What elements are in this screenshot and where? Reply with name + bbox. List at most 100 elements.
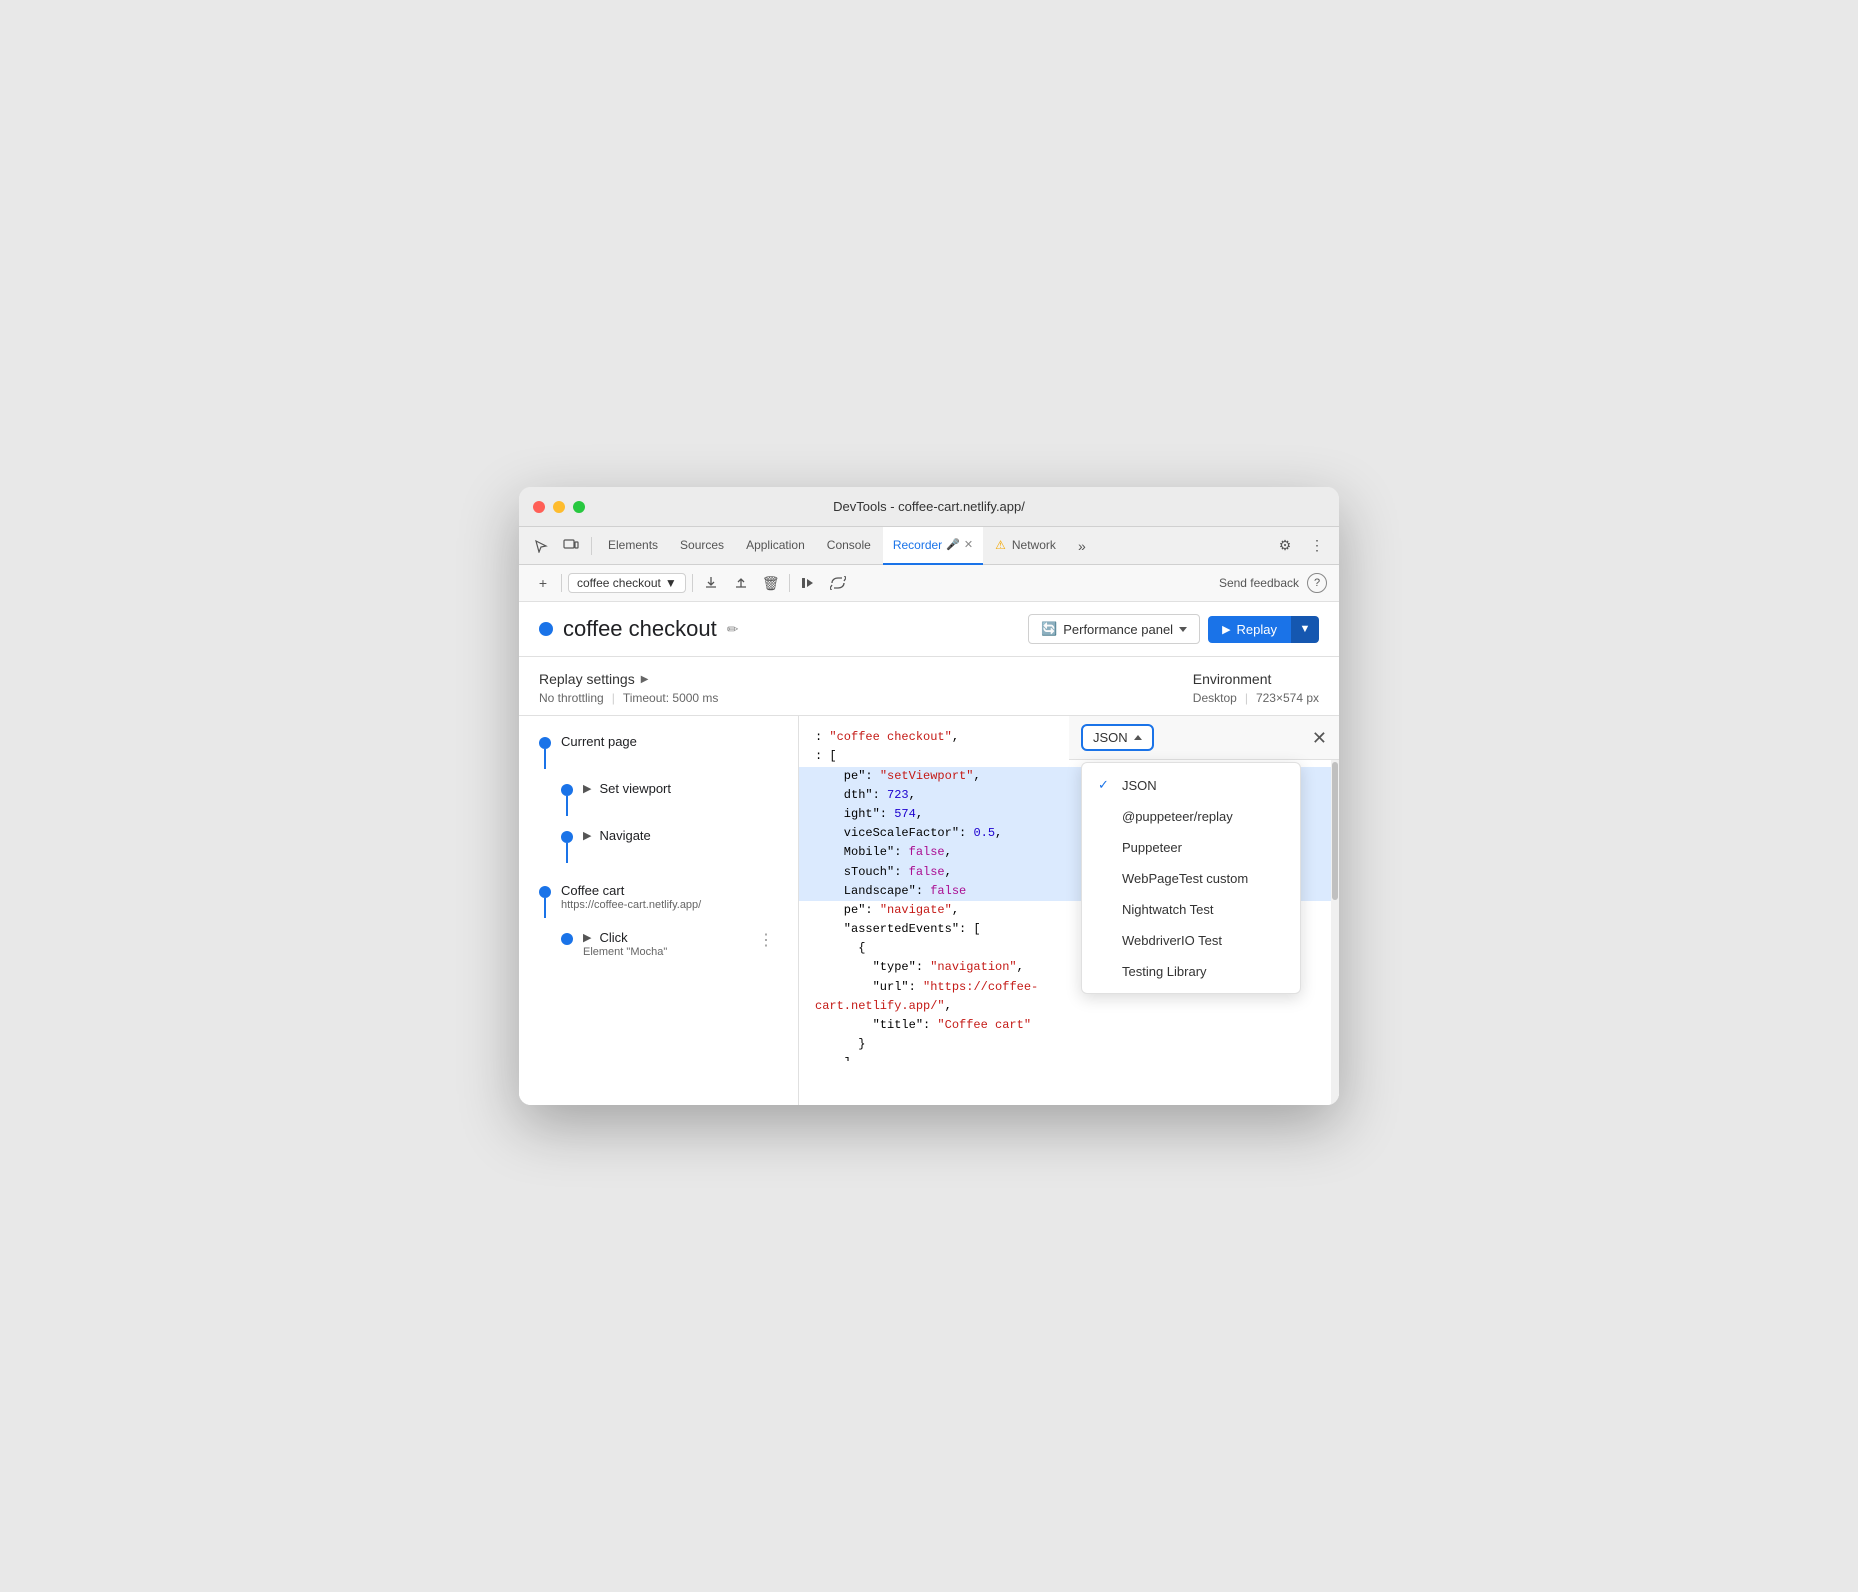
performance-panel-btn[interactable]: 🔄 Performance panel bbox=[1028, 614, 1200, 644]
tab-network[interactable]: ⚠ Network bbox=[985, 527, 1066, 565]
code-scrollbar[interactable] bbox=[1331, 760, 1339, 1105]
tab-bar-right: ⚙ ⋮ bbox=[1271, 532, 1331, 560]
step-title-click: Click bbox=[599, 930, 627, 945]
step-line-3 bbox=[566, 843, 568, 863]
tab-console[interactable]: Console bbox=[817, 527, 881, 565]
step-current-page[interactable]: Current page bbox=[531, 728, 786, 775]
code-line-17: cart.netlify.app/", bbox=[815, 997, 1323, 1016]
step-set-viewport[interactable]: ▶ Set viewport bbox=[553, 775, 786, 822]
step-click[interactable]: ▶ Click Element "Mocha" ⋮ bbox=[553, 924, 786, 964]
format-select-wrapper: JSON ✓ JSON @puppeteer/replay bbox=[1081, 724, 1154, 751]
close-button[interactable] bbox=[533, 501, 545, 513]
delete-icon[interactable]: 🗑 bbox=[759, 571, 783, 595]
step-group-coffee-cart: Coffee cart https://coffee-cart.netlify.… bbox=[519, 877, 798, 972]
code-line-18: "title": "Coffee cart" bbox=[815, 1016, 1323, 1035]
step-navigate[interactable]: ▶ Navigate bbox=[553, 822, 786, 869]
loop-icon[interactable] bbox=[826, 571, 850, 595]
format-option-puppeteer[interactable]: Puppeteer bbox=[1082, 832, 1300, 863]
devtools-body: Elements Sources Application Console Rec… bbox=[519, 527, 1339, 1105]
recording-select[interactable]: coffee checkout ▼ bbox=[568, 573, 686, 593]
toolbar-sep-2 bbox=[692, 574, 693, 592]
tab-sources[interactable]: Sources bbox=[670, 527, 734, 565]
tab-elements[interactable]: Elements bbox=[598, 527, 668, 565]
rec-header-right: 🔄 Performance panel ▶ Replay ▼ bbox=[1028, 614, 1319, 644]
steps-panel: Current page ▶ Set viewport bbox=[519, 716, 799, 1105]
step-line-2 bbox=[566, 796, 568, 816]
expand-viewport-icon[interactable]: ▶ bbox=[583, 782, 591, 795]
step-title-current-page: Current page bbox=[561, 734, 778, 749]
step-line-4 bbox=[544, 898, 546, 918]
scrollbar-thumb bbox=[1332, 762, 1338, 900]
window-title: DevTools - coffee-cart.netlify.app/ bbox=[833, 499, 1025, 514]
format-option-testing-library[interactable]: Testing Library bbox=[1082, 956, 1300, 987]
step-title-coffee-cart: Coffee cart bbox=[561, 883, 778, 898]
maximize-button[interactable] bbox=[573, 501, 585, 513]
replay-btn-group: ▶ Replay ▼ bbox=[1208, 616, 1319, 643]
replay-btn[interactable]: ▶ Replay bbox=[1208, 616, 1291, 643]
expand-click-icon[interactable]: ▶ bbox=[583, 931, 591, 944]
toolbar-sep-3 bbox=[789, 574, 790, 592]
recording-title: coffee checkout bbox=[563, 616, 717, 642]
tab-bar: Elements Sources Application Console Rec… bbox=[519, 527, 1339, 565]
format-select-btn[interactable]: JSON bbox=[1081, 724, 1154, 751]
devtools-window: DevTools - coffee-cart.netlify.app/ bbox=[519, 487, 1339, 1105]
tab-separator-1 bbox=[591, 537, 592, 555]
step-more-btn[interactable]: ⋮ bbox=[754, 930, 778, 950]
settings-icon[interactable]: ⚙ bbox=[1271, 532, 1299, 560]
play-icon[interactable] bbox=[796, 571, 820, 595]
step-title-navigate: Navigate bbox=[599, 828, 650, 843]
step-dot-viewport bbox=[561, 784, 573, 796]
format-option-json[interactable]: ✓ JSON bbox=[1082, 769, 1300, 801]
format-bar: JSON ✓ JSON @puppeteer/replay bbox=[1069, 716, 1339, 760]
step-dot-current-page bbox=[539, 737, 551, 749]
import-icon[interactable] bbox=[729, 571, 753, 595]
settings-section: Replay settings ▶ No throttling | Timeou… bbox=[519, 657, 1339, 716]
format-option-nightwatch[interactable]: Nightwatch Test bbox=[1082, 894, 1300, 925]
format-option-puppeteer-replay[interactable]: @puppeteer/replay bbox=[1082, 801, 1300, 832]
settings-meta: No throttling | Timeout: 5000 ms bbox=[539, 691, 718, 705]
format-up-arrow-icon bbox=[1134, 735, 1142, 740]
more-tabs-icon[interactable]: » bbox=[1068, 532, 1096, 560]
settings-left: Replay settings ▶ No throttling | Timeou… bbox=[539, 671, 718, 705]
recording-dot bbox=[539, 622, 553, 636]
tab-recorder[interactable]: Recorder 🎤 ✕ bbox=[883, 527, 983, 565]
check-icon-json: ✓ bbox=[1098, 777, 1114, 793]
minimize-button[interactable] bbox=[553, 501, 565, 513]
perf-panel-dropdown-arrow bbox=[1179, 627, 1187, 632]
title-bar: DevTools - coffee-cart.netlify.app/ bbox=[519, 487, 1339, 527]
new-recording-btn[interactable]: + bbox=[531, 571, 555, 595]
format-dropdown-menu: ✓ JSON @puppeteer/replay Puppeteer bbox=[1081, 762, 1301, 994]
toolbar: + coffee checkout ▼ 🗑 bbox=[519, 565, 1339, 602]
format-option-webpagetest[interactable]: WebPageTest custom bbox=[1082, 863, 1300, 894]
device-toggle-icon[interactable] bbox=[557, 532, 585, 560]
main-content: Current page ▶ Set viewport bbox=[519, 716, 1339, 1105]
send-feedback-btn[interactable]: Send feedback bbox=[1219, 576, 1299, 590]
code-area: JSON ✓ JSON @puppeteer/replay bbox=[799, 716, 1339, 1105]
traffic-lights bbox=[533, 501, 585, 513]
replay-btn-dropdown[interactable]: ▼ bbox=[1291, 616, 1319, 643]
step-coffee-cart[interactable]: Coffee cart https://coffee-cart.netlify.… bbox=[531, 877, 786, 924]
step-sub-coffee-cart: https://coffee-cart.netlify.app/ bbox=[561, 899, 778, 911]
more-options-icon[interactable]: ⋮ bbox=[1303, 532, 1331, 560]
code-panel-close-btn[interactable]: ✕ bbox=[1312, 729, 1327, 747]
tab-bar-left: Elements Sources Application Console Rec… bbox=[527, 527, 1096, 565]
format-option-webdriverio[interactable]: WebdriverIO Test bbox=[1082, 925, 1300, 956]
settings-arrow-icon: ▶ bbox=[641, 674, 649, 685]
expand-navigate-icon[interactable]: ▶ bbox=[583, 829, 591, 842]
step-title-viewport: Set viewport bbox=[599, 781, 671, 796]
cursor-icon[interactable] bbox=[527, 532, 555, 560]
env-title: Environment bbox=[1193, 671, 1319, 687]
env-meta: Desktop | 723×574 px bbox=[1193, 691, 1319, 705]
step-group-current-page: Current page ▶ Set viewport bbox=[519, 728, 798, 877]
replay-settings-title[interactable]: Replay settings ▶ bbox=[539, 671, 718, 687]
tab-application[interactable]: Application bbox=[736, 527, 815, 565]
code-line-20: ], bbox=[815, 1054, 1323, 1060]
step-sub-click: Element "Mocha" bbox=[583, 946, 754, 958]
step-line-1 bbox=[544, 749, 546, 769]
step-dot-navigate bbox=[561, 831, 573, 843]
edit-title-icon[interactable]: ✏ bbox=[727, 621, 739, 638]
toolbar-sep-1 bbox=[561, 574, 562, 592]
help-btn[interactable]: ? bbox=[1307, 573, 1327, 593]
export-icon[interactable] bbox=[699, 571, 723, 595]
recording-header: coffee checkout ✏ 🔄 Performance panel ▶ … bbox=[519, 602, 1339, 657]
